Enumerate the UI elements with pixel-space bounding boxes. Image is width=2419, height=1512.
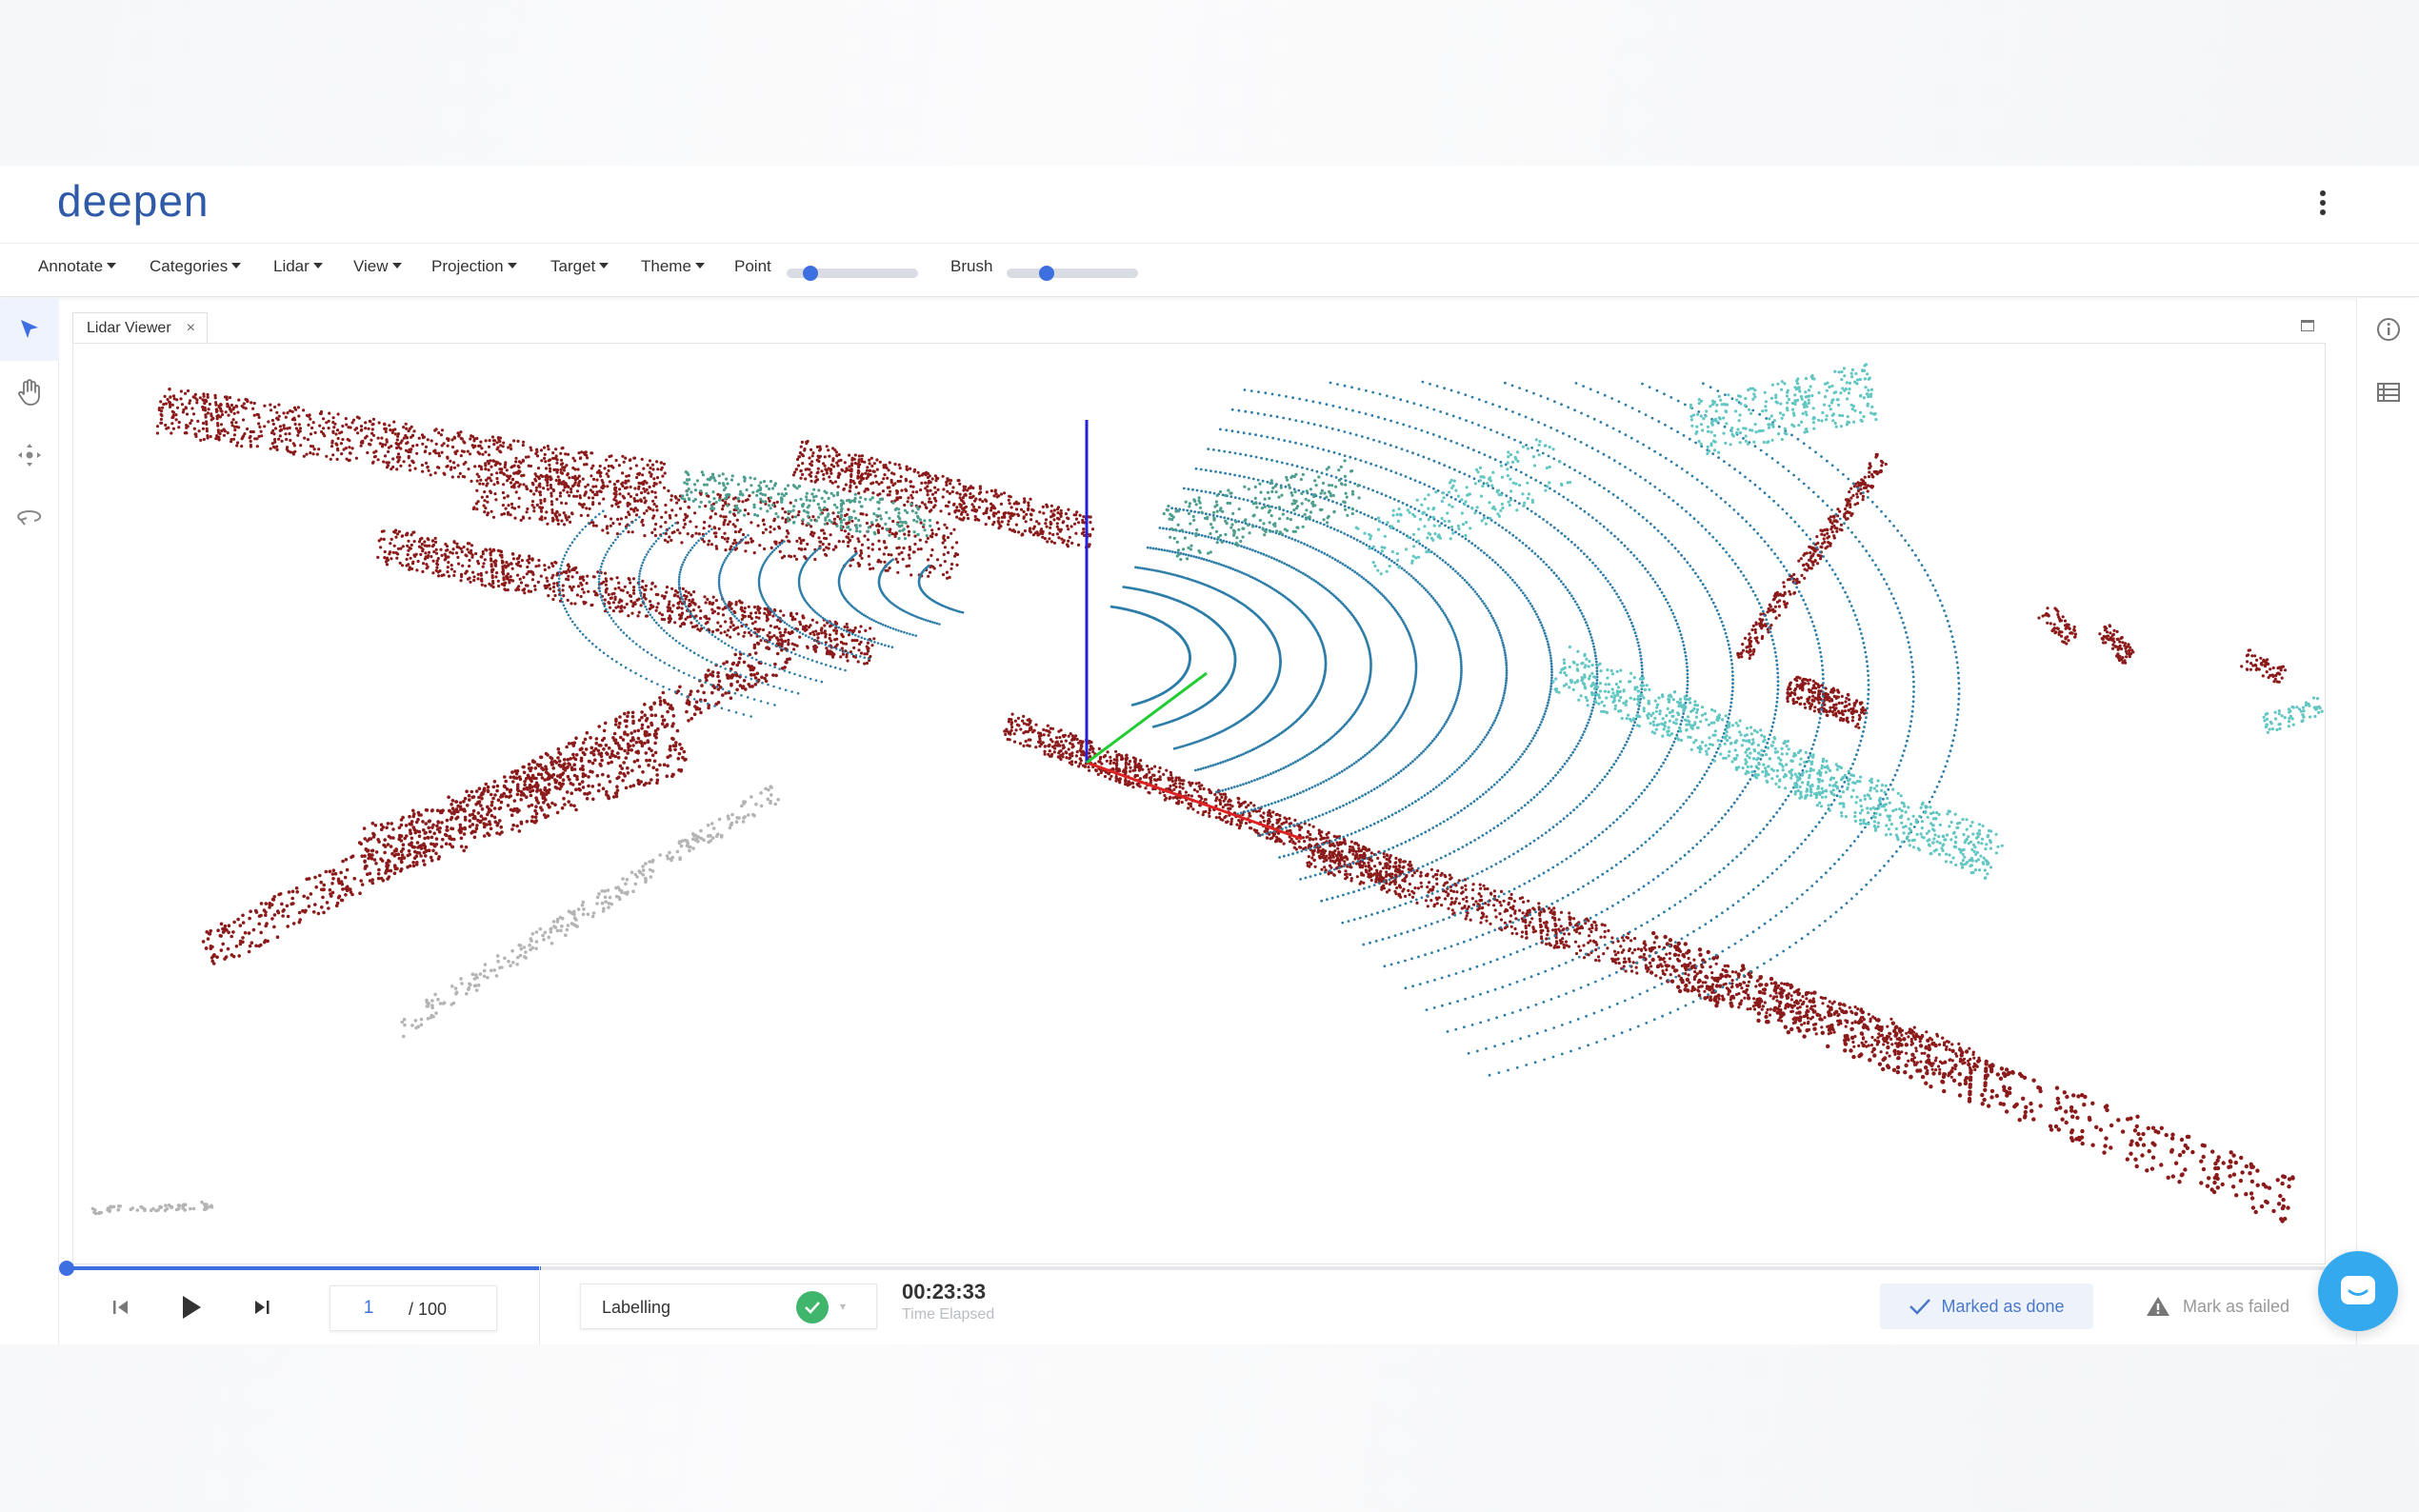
mark-as-failed-button[interactable]: Mark as failed <box>2145 1283 2316 1329</box>
elapsed-timer-caption: Time Elapsed <box>902 1306 995 1323</box>
caret-down-icon <box>507 263 517 269</box>
check-circle-icon <box>796 1291 829 1323</box>
toolbar: Annotate Categories Lidar View Projectio… <box>0 244 2419 297</box>
skip-to-end-button[interactable] <box>251 1297 272 1323</box>
timeline-progress <box>67 1266 542 1270</box>
elapsed-timer: 00:23:33 <box>902 1280 987 1303</box>
tab-lidar-viewer[interactable]: Lidar Viewer × <box>72 312 208 343</box>
app-header: deepen <box>0 166 2419 244</box>
menu-theme[interactable]: Theme <box>641 257 705 276</box>
caret-down-icon <box>391 263 402 269</box>
frame-number-input[interactable] <box>340 1298 397 1319</box>
brush-size-label: Brush <box>950 257 993 275</box>
pan-tool-button[interactable] <box>0 361 59 424</box>
brush-size-slider[interactable] <box>1007 269 1138 278</box>
deepen-logo[interactable]: deepen <box>57 175 210 227</box>
info-button[interactable] <box>2357 298 2419 361</box>
caret-down-icon <box>694 263 705 269</box>
point-cloud[interactable] <box>73 344 2326 1264</box>
frame-counter: / 100 <box>330 1285 497 1331</box>
status-dropdown[interactable]: Labelling ▾ <box>580 1283 877 1329</box>
rotate-tool-button[interactable] <box>0 487 59 549</box>
menu-target[interactable]: Target <box>550 257 610 276</box>
select-tool-button[interactable] <box>0 298 59 361</box>
table-list-icon <box>2377 383 2400 402</box>
status-label: Labelling <box>602 1298 671 1317</box>
caret-down-icon <box>231 263 242 269</box>
maximize-icon[interactable] <box>2301 320 2314 331</box>
caret-down-icon <box>312 263 323 269</box>
chat-icon <box>2341 1276 2375 1304</box>
marked-as-done-button[interactable]: Marked as done <box>1880 1283 2093 1329</box>
rotate-icon <box>17 509 42 526</box>
table-list-button[interactable] <box>2357 361 2419 424</box>
left-tool-rail <box>0 298 59 1344</box>
app-window: deepen Annotate Categories Lidar View Pr… <box>0 166 2419 1344</box>
divider <box>539 1266 540 1344</box>
play-button[interactable] <box>179 1293 204 1326</box>
menu-projection[interactable]: Projection <box>431 257 517 276</box>
caret-down-icon <box>599 263 610 269</box>
chevron-down-icon: ▾ <box>840 1300 847 1313</box>
warning-icon <box>2147 1297 2169 1316</box>
menu-annotate[interactable]: Annotate <box>38 257 117 276</box>
bottom-bar: / 100 Labelling ▾ 00:23:33 Time Elapsed … <box>59 1266 2356 1344</box>
marked-as-done-label: Marked as done <box>1941 1296 2065 1316</box>
hand-pan-icon <box>18 379 40 406</box>
skip-to-start-button[interactable] <box>110 1297 131 1323</box>
chat-launcher-button[interactable] <box>2318 1251 2398 1331</box>
move-tool-button[interactable] <box>0 424 59 487</box>
timeline-handle[interactable] <box>59 1261 74 1276</box>
close-tab-icon[interactable]: × <box>187 320 195 337</box>
lidar-viewer-canvas[interactable] <box>72 343 2326 1264</box>
point-size-slider-handle[interactable] <box>803 266 819 281</box>
menu-lidar[interactable]: Lidar <box>273 257 323 276</box>
play-icon <box>183 1296 201 1319</box>
skip-previous-icon <box>113 1301 128 1314</box>
info-icon <box>2377 318 2400 341</box>
menu-view[interactable]: View <box>353 257 402 276</box>
brush-size-slider-handle[interactable] <box>1039 266 1055 281</box>
right-panel-rail <box>2356 298 2419 1344</box>
caret-down-icon <box>107 263 117 269</box>
frame-total: / 100 <box>409 1300 448 1319</box>
tab-label: Lidar Viewer <box>87 320 171 336</box>
check-icon <box>1909 1299 1931 1315</box>
select-arrow-icon <box>21 320 38 338</box>
point-size-label: Point <box>734 257 771 275</box>
skip-next-icon <box>255 1301 270 1314</box>
move-arrows-icon <box>18 444 41 467</box>
mark-as-failed-label: Mark as failed <box>2183 1296 2290 1316</box>
more-options-icon[interactable] <box>2309 187 2336 225</box>
menu-categories[interactable]: Categories <box>150 257 242 276</box>
